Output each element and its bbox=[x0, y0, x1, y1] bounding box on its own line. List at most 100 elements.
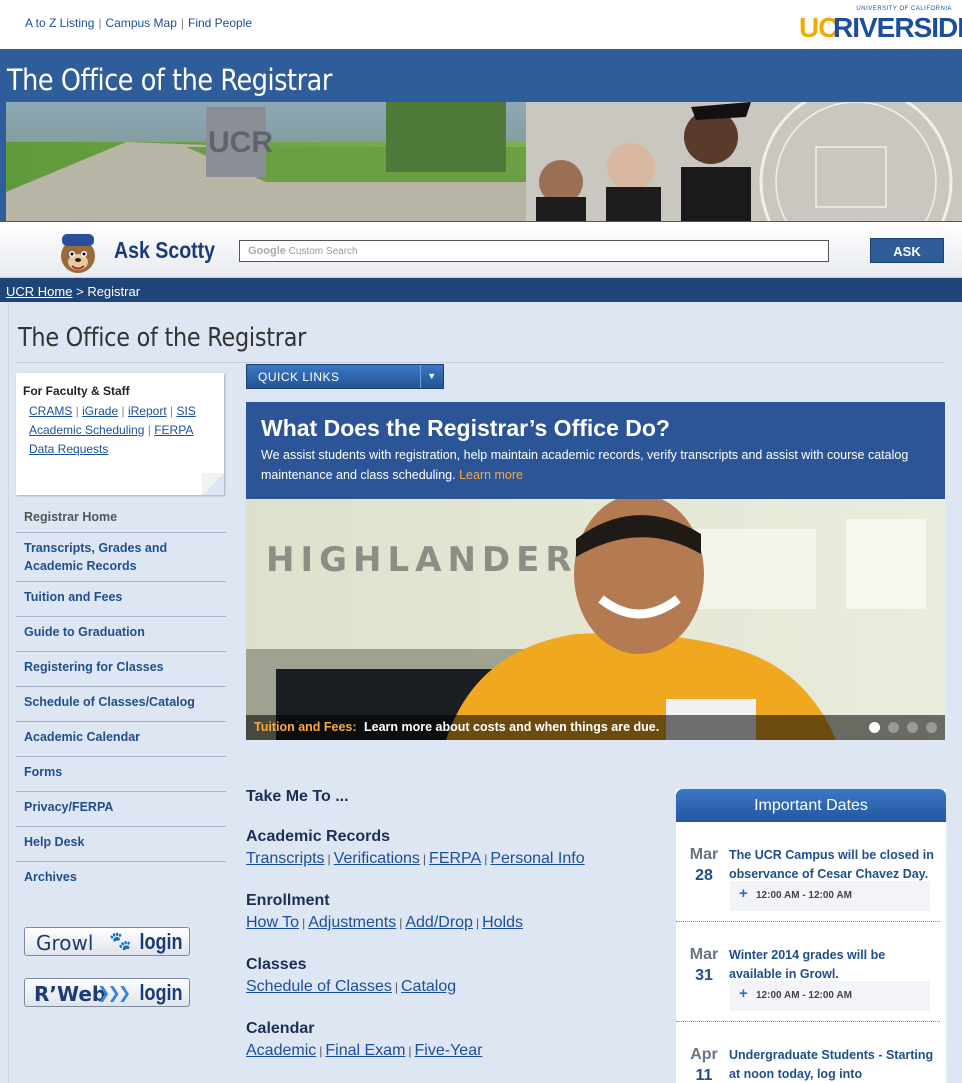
quick-links-dropdown[interactable]: QUICK LINKS ▼ bbox=[246, 364, 444, 389]
breadcrumb-home-link[interactable]: UCR Home bbox=[6, 284, 72, 299]
event-divider bbox=[676, 1021, 940, 1022]
left-navigation: Registrar Home Transcripts, Grades and A… bbox=[16, 502, 226, 896]
chevron-down-icon: ▼ bbox=[420, 365, 443, 388]
nav-item-archives[interactable]: Archives bbox=[16, 862, 226, 896]
title-divider bbox=[16, 362, 944, 363]
caption-text: Learn more about costs and when things a… bbox=[364, 720, 660, 734]
section-academic-records: Academic Records Transcripts | Verificatio… bbox=[246, 828, 585, 868]
schedule-of-classes-link[interactable]: Schedule of Classes bbox=[246, 978, 392, 995]
faculty-links-row: Data Requests bbox=[29, 442, 108, 456]
event-link[interactable]: Undergraduate Students - Starting at noo… bbox=[729, 1046, 941, 1083]
event-divider bbox=[676, 921, 940, 922]
igrade-link[interactable]: iGrade bbox=[82, 404, 118, 418]
event-day: 28 bbox=[695, 867, 713, 884]
a-to-z-link[interactable]: A to Z Listing bbox=[25, 16, 94, 30]
nav-item-forms[interactable]: Forms bbox=[16, 757, 226, 792]
ucr-logo[interactable]: UNIVERSITY OF CALIFORNIA UC RIVERSIDE bbox=[799, 6, 962, 43]
event-time: +12:00 AM - 12:00 AM bbox=[730, 881, 930, 911]
holds-link[interactable]: Holds bbox=[482, 914, 523, 931]
transcripts-link[interactable]: Transcripts bbox=[246, 850, 325, 867]
slide-caption: Tuition and Fees: Learn more about costs… bbox=[246, 715, 945, 740]
photo-wall-text: HIGHLANDER P bbox=[266, 540, 626, 580]
section-links: Academic | Final Exam | Five-Year bbox=[246, 1042, 483, 1059]
event-time-text: 12:00 AM - 12:00 AM bbox=[756, 990, 852, 1001]
add-drop-link[interactable]: Add/Drop bbox=[405, 914, 473, 931]
adjustments-link[interactable]: Adjustments bbox=[308, 914, 396, 931]
page-curl-shade bbox=[202, 473, 224, 495]
event-link[interactable]: Winter 2014 grades will be available in … bbox=[729, 946, 941, 984]
data-requests-link[interactable]: Data Requests bbox=[29, 442, 108, 456]
event-month: Mar bbox=[689, 846, 719, 863]
slide-dot[interactable] bbox=[926, 722, 937, 733]
ferpa-link[interactable]: FERPA bbox=[429, 850, 481, 867]
ireport-link[interactable]: iReport bbox=[128, 404, 167, 418]
find-people-link[interactable]: Find People bbox=[188, 16, 252, 30]
breadcrumb-separator: > bbox=[76, 284, 84, 299]
five-year-link[interactable]: Five-Year bbox=[415, 1042, 483, 1059]
event-day: 11 bbox=[695, 1067, 713, 1083]
important-dates-heading: Important Dates bbox=[676, 789, 946, 822]
caption-category: Tuition and Fees: bbox=[254, 720, 357, 734]
faculty-links-row: CRAMS | iGrade | iReport | SIS bbox=[29, 404, 196, 418]
important-dates-panel: Important Dates Mar 28 The UCR Campus wi… bbox=[676, 789, 946, 1083]
event-time-text: 12:00 AM - 12:00 AM bbox=[756, 890, 852, 901]
slide-dot[interactable] bbox=[888, 722, 899, 733]
growl-login-button[interactable]: Growl 🐾 login bbox=[24, 927, 190, 956]
academic-calendar-link[interactable]: Academic bbox=[246, 1042, 316, 1059]
nav-item-help-desk[interactable]: Help Desk bbox=[16, 827, 226, 862]
site-title[interactable]: The Office of the Registrar bbox=[7, 63, 332, 97]
growl-login-label: login bbox=[139, 929, 183, 954]
learn-more-link[interactable]: Learn more bbox=[459, 468, 523, 482]
academic-scheduling-link[interactable]: Academic Scheduling bbox=[29, 423, 144, 437]
nav-item-privacy[interactable]: Privacy/FERPA bbox=[16, 792, 226, 827]
section-classes: Classes Schedule of Classes | Catalog bbox=[246, 956, 456, 996]
rweb-login-label: login bbox=[139, 980, 183, 1005]
nav-item-schedule[interactable]: Schedule of Classes/Catalog bbox=[16, 687, 226, 722]
sis-link[interactable]: SIS bbox=[176, 404, 195, 418]
logo-uc: UC bbox=[799, 12, 838, 43]
nav-item-registrar-home[interactable]: Registrar Home bbox=[16, 502, 226, 533]
slide-pager bbox=[861, 722, 937, 736]
scotty-mascot-icon bbox=[56, 228, 100, 276]
nav-item-transcripts[interactable]: Transcripts, Grades and Academic Records bbox=[16, 533, 226, 582]
ask-scotty-title: Ask Scotty bbox=[114, 237, 216, 263]
how-to-link[interactable]: How To bbox=[246, 914, 299, 931]
final-exam-link[interactable]: Final Exam bbox=[325, 1042, 405, 1059]
section-calendar: Calendar Academic | Final Exam | Five-Year bbox=[246, 1020, 482, 1060]
utility-links: A to Z Listing | Campus Map | Find People bbox=[25, 16, 252, 30]
nav-item-graduation[interactable]: Guide to Graduation bbox=[16, 617, 226, 652]
chevrons-icon: ❯❯❯ bbox=[97, 985, 131, 1002]
catalog-link[interactable]: Catalog bbox=[401, 978, 456, 995]
hero-heading: What Does the Registrar’s Office Do? bbox=[261, 415, 670, 441]
take-me-to-heading: Take Me To ... bbox=[246, 788, 349, 805]
verifications-link[interactable]: Verifications bbox=[334, 850, 420, 867]
logo-riverside: RIVERSIDE bbox=[833, 12, 962, 43]
event-day: 31 bbox=[695, 967, 713, 984]
campus-map-link[interactable]: Campus Map bbox=[106, 16, 177, 30]
ferpa-link[interactable]: FERPA bbox=[154, 423, 193, 437]
nav-item-tuition[interactable]: Tuition and Fees bbox=[16, 582, 226, 617]
slide-dot[interactable] bbox=[907, 722, 918, 733]
section-heading: Enrollment bbox=[246, 892, 330, 909]
section-heading: Classes bbox=[246, 956, 307, 973]
crams-link[interactable]: CRAMS bbox=[29, 404, 72, 418]
rweb-login-button[interactable]: R’Web ❯❯❯ login bbox=[24, 978, 190, 1007]
plus-icon[interactable]: + bbox=[739, 985, 748, 1002]
search-input[interactable]: Google Custom Search bbox=[239, 240, 829, 262]
event-time: +12:00 AM - 12:00 AM bbox=[730, 981, 930, 1011]
ask-button[interactable]: ASK bbox=[870, 238, 944, 263]
separator: | bbox=[98, 16, 102, 30]
student-photo: HIGHLANDER P bbox=[246, 494, 945, 740]
hero-slide-image[interactable]: HIGHLANDER P bbox=[246, 494, 945, 740]
banner-illustration: UCR bbox=[6, 102, 962, 221]
nav-item-calendar[interactable]: Academic Calendar bbox=[16, 722, 226, 757]
personal-info-link[interactable]: Personal Info bbox=[490, 850, 584, 867]
breadcrumb: UCR Home > Registrar bbox=[0, 278, 962, 302]
nav-item-registering[interactable]: Registering for Classes bbox=[16, 652, 226, 687]
plus-icon[interactable]: + bbox=[739, 885, 748, 902]
section-heading: Calendar bbox=[246, 1020, 315, 1037]
slide-dot[interactable] bbox=[869, 722, 880, 733]
faculty-heading: For Faculty & Staff bbox=[23, 384, 130, 398]
section-links: Transcripts | Verifications | FERPA | Personal… bbox=[246, 850, 585, 867]
event-link[interactable]: The UCR Campus will be closed in observa… bbox=[729, 846, 941, 884]
